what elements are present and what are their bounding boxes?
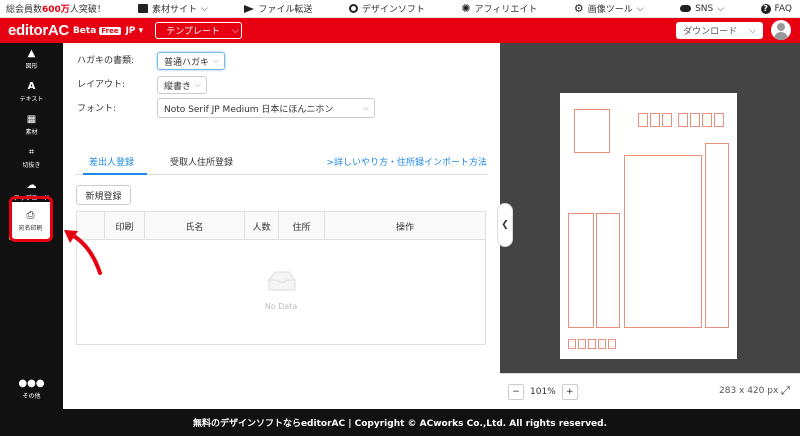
nav-image-tools[interactable]: ⚙ 画像ツール ⌵: [574, 2, 644, 15]
chevron-down-icon: ⌵: [749, 25, 756, 36]
beta-label: Beta: [72, 25, 97, 36]
sender-zip-box: [598, 339, 606, 349]
download-button[interactable]: ダウンロード ⌵: [676, 22, 763, 39]
layout-select[interactable]: 縦書き ⌵: [157, 76, 207, 94]
app-header: editorAC Beta Free JP ▾ テンプレート ⌵ ダウンロード …: [0, 18, 800, 43]
sidebar-item-cutout[interactable]: ⌗ 切抜き: [0, 142, 63, 174]
footer: 無料のデザインソフトならeditorAC | Copyright © ACwor…: [0, 409, 800, 436]
chevron-down-icon: ⌵: [194, 80, 201, 89]
zip-box: [714, 113, 724, 127]
collapse-panel-handle[interactable]: ❮: [497, 203, 513, 247]
sidebar-item-shapes[interactable]: ▲ 図形: [0, 43, 63, 75]
caret-down-icon: ▾: [138, 25, 144, 36]
zip-box: [678, 113, 688, 127]
nav-file-transfer[interactable]: ファイル転送: [244, 2, 312, 15]
tab-recipient[interactable]: 受取人住所登録: [170, 155, 233, 168]
cloud-icon: [680, 5, 692, 12]
nav-design-software[interactable]: デザインソフト: [348, 2, 425, 15]
grid-icon: ▦: [26, 113, 37, 125]
stamp-box: [574, 109, 610, 153]
no-data-text: No Data: [264, 302, 298, 311]
expand-icon[interactable]: ⤢: [781, 384, 790, 398]
language-select[interactable]: JP ▾: [126, 26, 144, 36]
nav-material-site[interactable]: 素材サイト ⌵: [138, 2, 208, 15]
paper-plane-icon: [244, 4, 255, 13]
column-print: 印刷: [105, 212, 145, 240]
more-dots-icon: ●●●: [18, 377, 45, 389]
sidebar-item-text[interactable]: A テキスト: [0, 76, 63, 108]
import-guide-link[interactable]: >詳しいやり方・住所録インポート方法: [326, 155, 487, 168]
nav-sns[interactable]: SNS ⌵: [680, 4, 724, 14]
zoom-bar: − 101% + 283 x 420 px ⤢: [500, 373, 800, 409]
sidebar-item-other[interactable]: ●●● その他: [0, 373, 63, 405]
palette-icon: [348, 4, 358, 13]
font-label: フォント:: [77, 104, 117, 114]
address-table: 印刷 氏名 人数 住所 操作 No Data: [76, 211, 486, 345]
card-type-label: ハガキの書類:: [77, 56, 135, 66]
gear-icon: ⚙: [573, 2, 584, 15]
app-logo[interactable]: editorAC: [0, 22, 69, 39]
address-field: [705, 143, 729, 328]
address-tabs: 差出人登録 受取人住所登録 >詳しいやり方・住所録インポート方法: [75, 151, 487, 175]
recipient-name-field: [624, 155, 702, 328]
tab-sender[interactable]: 差出人登録: [89, 155, 134, 168]
canvas-size-readout: 283 x 420 px: [719, 386, 779, 396]
column-actions: 操作: [395, 222, 414, 233]
sender-zip-box: [588, 339, 596, 349]
upload-cloud-icon: ☁: [26, 179, 37, 191]
members-count: 総会員数600万人突破！: [6, 5, 106, 15]
text-icon: A: [27, 80, 36, 92]
star-icon: ✺: [461, 2, 471, 15]
layout-label: レイアウト:: [77, 80, 126, 90]
zoom-level: 101%: [530, 386, 556, 397]
zoom-in-button[interactable]: +: [561, 383, 578, 400]
zoom-out-button[interactable]: −: [508, 383, 524, 400]
column-name: 氏名: [145, 212, 245, 240]
postcard-preview: [560, 93, 737, 359]
settings-panel: ハガキの書類: 普通ハガキ ⌵ レイアウト: 縦書き ⌵ フォント: Noto …: [63, 43, 499, 409]
zip-box: [662, 113, 672, 127]
highlight-outline: [9, 196, 53, 242]
zip-box: [650, 113, 660, 127]
annotation-arrow-icon: [64, 230, 102, 275]
question-icon: ?: [760, 3, 771, 14]
sidebar-item-materials[interactable]: ▦ 素材: [0, 109, 63, 141]
avatar-head: [777, 23, 785, 31]
free-badge: Free: [99, 26, 121, 35]
new-register-button[interactable]: 新規登録: [76, 185, 131, 205]
shapes-icon: ▲: [27, 47, 36, 59]
card-type-select[interactable]: 普通ハガキ ⌵: [157, 52, 225, 70]
table-header: 印刷 氏名 人数 住所 操作: [77, 212, 485, 240]
top-bar: 総会員数600万人突破！ 素材サイト ⌵ ファイル転送 デザインソフト ✺ アフィリ…: [0, 0, 800, 18]
chevron-down-icon: ⌵: [362, 103, 369, 112]
template-button[interactable]: テンプレート ⌵: [155, 22, 243, 39]
image-icon: [138, 4, 148, 13]
crop-icon: ⌗: [28, 146, 35, 158]
column-count: 人数: [245, 212, 279, 240]
chevron-down-icon: ⌵: [231, 25, 239, 36]
sender-name-field: [568, 213, 594, 328]
zip-box: [638, 113, 648, 127]
sender-zip-box: [608, 339, 616, 349]
top-nav: 素材サイト ⌵ ファイル転送 デザインソフト ✺ アフィリエイト ⚙ 画像ツール ⌵ S…: [138, 2, 800, 15]
font-select[interactable]: Noto Serif JP Medium 日本にほんニホン ⌵: [157, 98, 375, 118]
preview-canvas[interactable]: [500, 43, 800, 373]
empty-inbox-icon: [268, 271, 296, 291]
avatar-body: [774, 32, 788, 40]
chevron-down-icon: ⌵: [212, 56, 219, 65]
sender-zip-box: [578, 339, 586, 349]
active-tab-indicator: [83, 173, 147, 175]
zip-box: [702, 113, 712, 127]
sender-zip-box: [568, 339, 576, 349]
nav-affiliate[interactable]: ✺ アフィリエイト: [461, 2, 537, 15]
sender-address-field: [596, 213, 620, 328]
nav-faq[interactable]: ? FAQ: [760, 3, 792, 14]
zip-box: [690, 113, 700, 127]
user-avatar[interactable]: [771, 20, 791, 40]
chevron-left-icon: ❮: [501, 220, 509, 230]
column-address: 住所: [279, 212, 325, 240]
